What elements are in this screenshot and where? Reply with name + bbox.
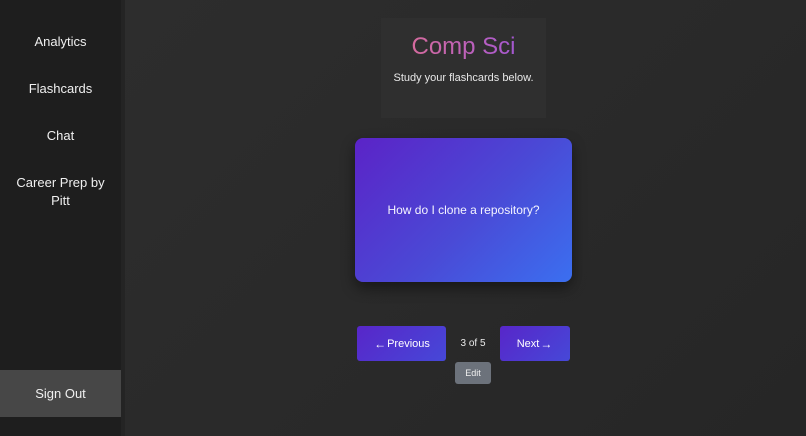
arrow-left-icon: ← bbox=[374, 336, 387, 351]
sidebar-item-analytics[interactable]: Analytics bbox=[0, 33, 121, 51]
sidebar-item-flashcards[interactable]: Flashcards bbox=[0, 80, 121, 98]
app-root: Analytics Flashcards Chat Career Prep by… bbox=[0, 0, 806, 436]
arrow-right-icon: → bbox=[540, 336, 553, 351]
flashcard[interactable]: How do I clone a repository? bbox=[355, 138, 572, 282]
sidebar-item-career-prep[interactable]: Career Prep by Pitt bbox=[0, 174, 121, 210]
sidebar-divider bbox=[121, 0, 125, 436]
card-counter: 3 of 5 bbox=[460, 338, 486, 349]
edit-button[interactable]: Edit bbox=[455, 362, 491, 384]
previous-button[interactable]: ← Previous bbox=[357, 326, 446, 361]
flashcard-question: How do I clone a repository? bbox=[387, 203, 540, 217]
sign-out-button[interactable]: Sign Out bbox=[0, 370, 121, 417]
previous-button-label: Previous bbox=[387, 337, 430, 350]
next-button-label: Next bbox=[516, 337, 540, 350]
sidebar-item-chat[interactable]: Chat bbox=[0, 127, 121, 145]
sidebar: Analytics Flashcards Chat Career Prep by… bbox=[0, 0, 121, 436]
next-button[interactable]: Next → bbox=[500, 326, 570, 361]
page-title: Comp Sci bbox=[381, 32, 546, 62]
page-subtitle: Study your flashcards below. bbox=[393, 72, 534, 84]
